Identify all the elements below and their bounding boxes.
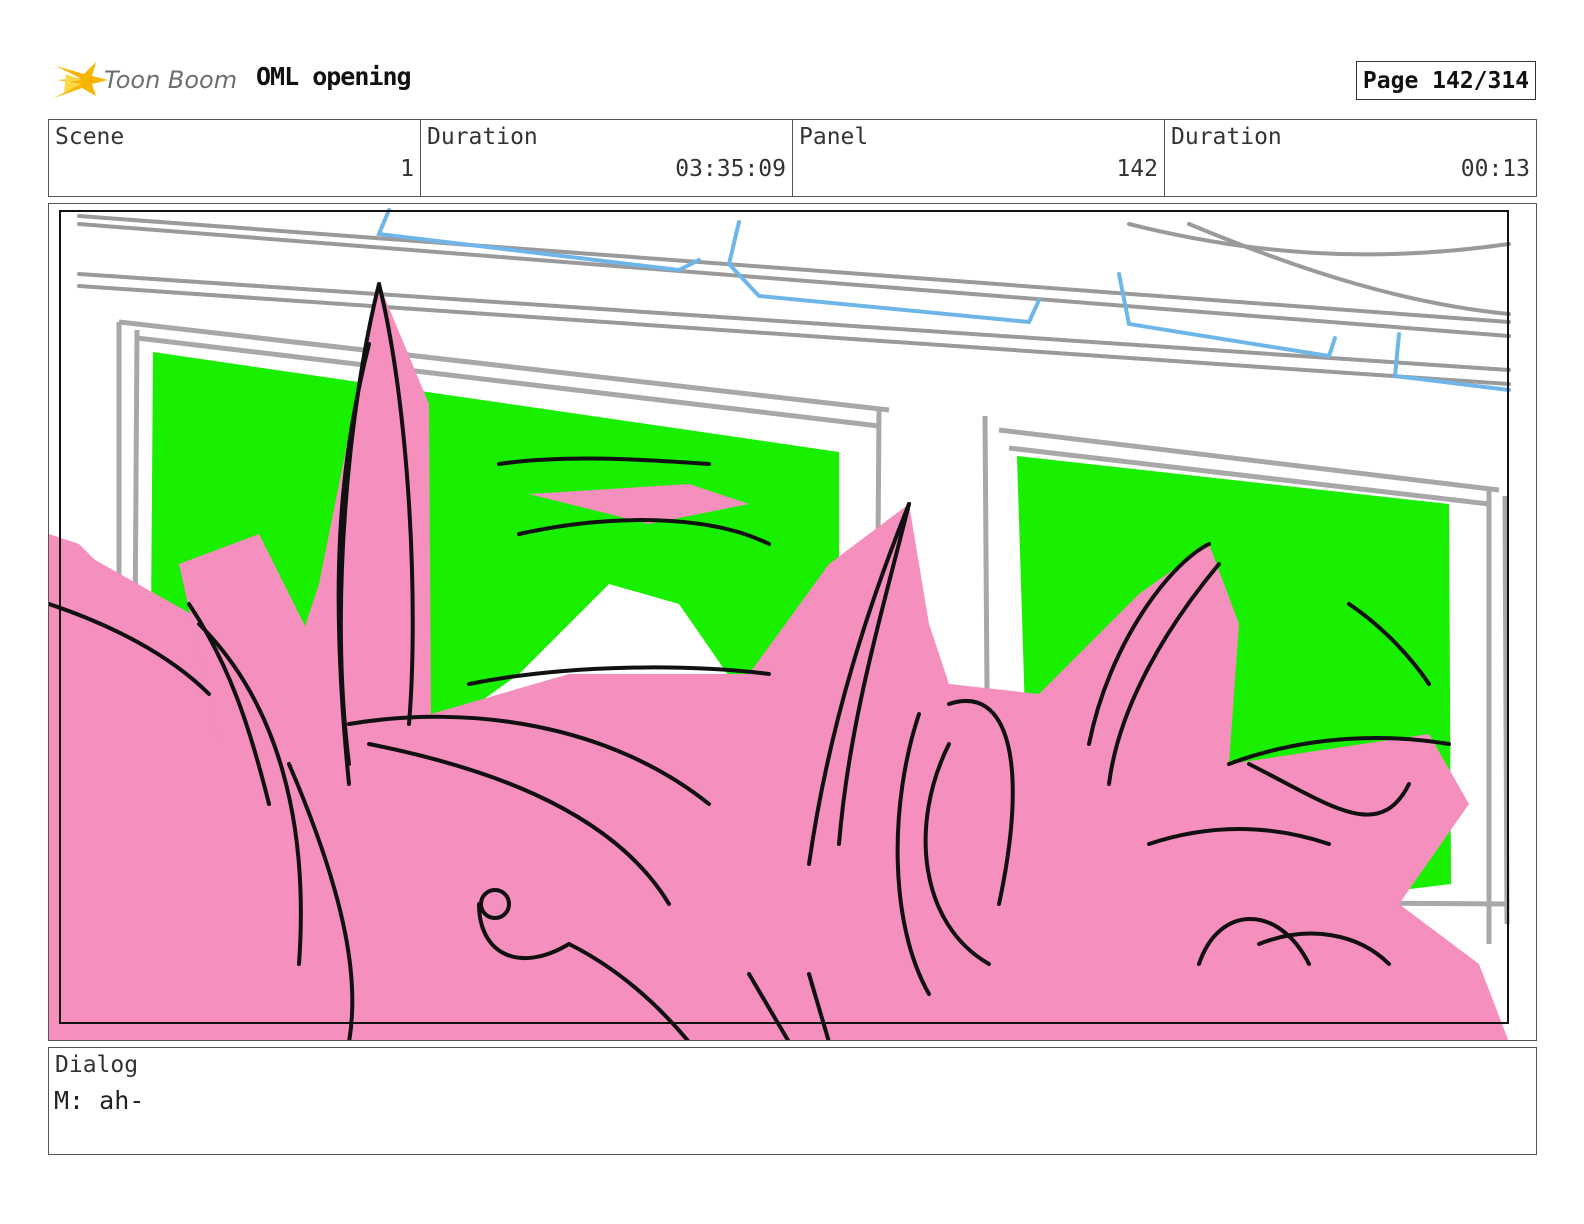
scene-label: Scene bbox=[55, 124, 125, 150]
panel-duration-value: 00:13 bbox=[1460, 156, 1530, 182]
dialog-label: Dialog bbox=[55, 1052, 139, 1078]
scene-duration-label: Duration bbox=[427, 124, 538, 150]
panel-duration-cell: Duration 00:13 bbox=[1165, 120, 1536, 196]
scene-cell: Scene 1 bbox=[49, 120, 421, 196]
scene-duration-value: 03:35:09 bbox=[675, 156, 786, 182]
panel-label: Panel bbox=[799, 124, 869, 150]
scene-value: 1 bbox=[400, 156, 414, 182]
dialog-box: Dialog M: ah- bbox=[48, 1047, 1537, 1155]
toon-boom-star-icon bbox=[54, 62, 108, 98]
project-title: OML opening bbox=[256, 62, 412, 91]
panel-duration-label: Duration bbox=[1171, 124, 1282, 150]
page-indicator: Page 142/314 bbox=[1356, 61, 1536, 100]
dialog-text: M: ah- bbox=[54, 1086, 145, 1115]
toon-boom-logo: Toon Boom bbox=[52, 56, 242, 106]
storyboard-panel bbox=[48, 203, 1537, 1041]
panel-cell: Panel 142 bbox=[793, 120, 1165, 196]
scene-duration-cell: Duration 03:35:09 bbox=[421, 120, 793, 196]
brand-text: Toon Boom bbox=[104, 66, 238, 94]
sketch-drawing bbox=[49, 208, 1511, 1040]
panel-value: 142 bbox=[1116, 156, 1158, 182]
panel-info-table: Scene 1 Duration 03:35:09 Panel 142 Dura… bbox=[48, 119, 1537, 197]
ceiling-lights bbox=[376, 208, 1511, 392]
